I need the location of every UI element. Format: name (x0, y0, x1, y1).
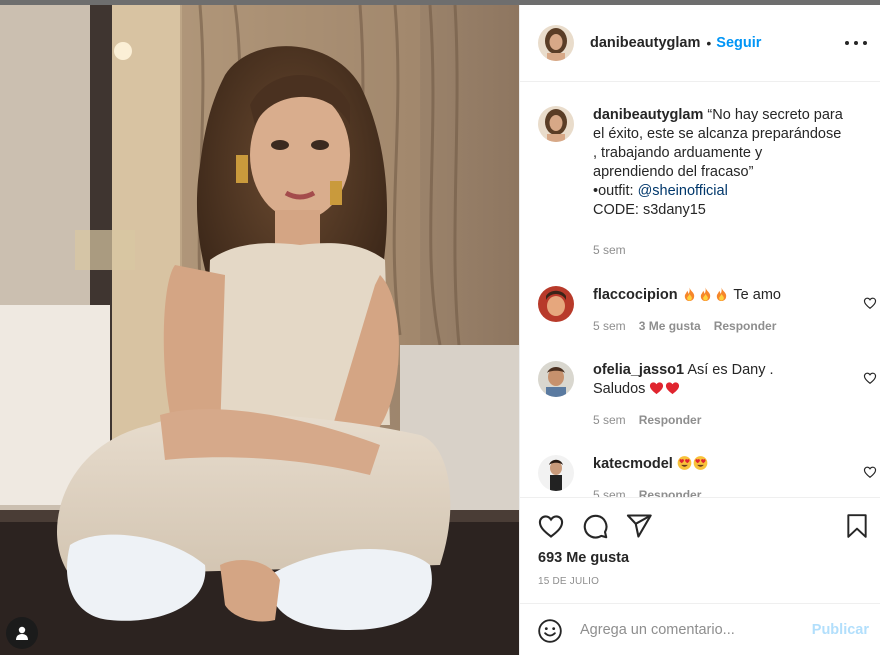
publish-button[interactable]: Publicar (812, 622, 869, 638)
comments-list[interactable]: danibeautyglam “No hay secreto para el é… (520, 83, 880, 497)
outfit-mention-link[interactable]: @sheinofficial (638, 183, 728, 199)
commenter-avatar[interactable] (538, 286, 574, 322)
author-avatar[interactable] (538, 25, 574, 61)
comment-icon[interactable] (581, 512, 609, 540)
discount-code: CODE: s3dany15 (593, 202, 706, 218)
caption-line-3: , trabajando arduamente y (593, 145, 763, 161)
comment-username[interactable]: ofelia_jasso1 (593, 362, 684, 378)
person-icon (16, 626, 28, 640)
comment-time[interactable]: 5 sem (593, 486, 626, 497)
post-side-panel: danibeautyglam • Seguir danibeautyglam “… (519, 5, 880, 655)
fire-emoji-icon (684, 287, 694, 302)
reply-button[interactable]: Responder (639, 486, 702, 497)
red-heart-emoji-icon (666, 382, 680, 395)
author-avatar[interactable] (538, 106, 574, 142)
like-comment-heart-icon[interactable] (863, 465, 877, 479)
post-date[interactable]: 15 DE JULIO (538, 576, 599, 587)
caption-line-1: “No hay secreto para (707, 107, 843, 123)
comment-text: Te amo (733, 287, 781, 303)
comment-username[interactable]: katecmodel (593, 456, 673, 472)
caption-time[interactable]: 5 sem (593, 241, 626, 260)
outfit-prefix: •outfit: (593, 183, 638, 199)
reply-button[interactable]: Responder (639, 411, 702, 430)
reply-button[interactable]: Responder (714, 317, 777, 336)
like-comment-heart-icon[interactable] (863, 371, 877, 385)
caption-username[interactable]: danibeautyglam (593, 107, 703, 123)
heart-eyes-emoji-icon (693, 456, 708, 470)
caption-line-4: aprendiendo del fracaso” (593, 164, 754, 180)
comment-username[interactable]: flaccocipion (593, 287, 678, 303)
comment-text-line-2: Saludos (593, 381, 646, 397)
comment-time[interactable]: 5 sem (593, 317, 626, 336)
bookmark-icon[interactable] (844, 512, 870, 540)
post-photo[interactable] (0, 5, 519, 655)
smile-icon[interactable] (537, 618, 563, 644)
heart-icon[interactable] (537, 512, 565, 540)
heart-eyes-emoji-icon (677, 456, 692, 470)
comment-input[interactable] (580, 619, 800, 641)
comment-time[interactable]: 5 sem (593, 411, 626, 430)
separator-dot: • (706, 35, 712, 51)
likes-count[interactable]: 693 Me gusta (538, 550, 629, 566)
caption-line-2: el éxito, este se alcanza preparándose (593, 126, 842, 142)
commenter-avatar[interactable] (538, 455, 574, 491)
tagged-users-button[interactable] (6, 617, 38, 649)
commenter-avatar[interactable] (538, 361, 574, 397)
author-username[interactable]: danibeautyglam (590, 35, 700, 51)
comment-text: Así es Dany . (687, 362, 774, 378)
like-comment-heart-icon[interactable] (863, 296, 877, 310)
fire-emoji-icon (716, 287, 726, 302)
share-icon[interactable] (625, 512, 653, 540)
post-header: danibeautyglam • Seguir (520, 5, 880, 82)
red-heart-emoji-icon (650, 382, 664, 395)
post-actions: 693 Me gusta 15 DE JULIO (520, 497, 880, 611)
fire-emoji-icon (700, 287, 710, 302)
comment-composer: Publicar (520, 603, 880, 655)
more-horizontal-icon[interactable] (845, 35, 867, 51)
follow-button[interactable]: Seguir (716, 35, 761, 51)
comment-likes-count[interactable]: 3 Me gusta (639, 317, 701, 336)
